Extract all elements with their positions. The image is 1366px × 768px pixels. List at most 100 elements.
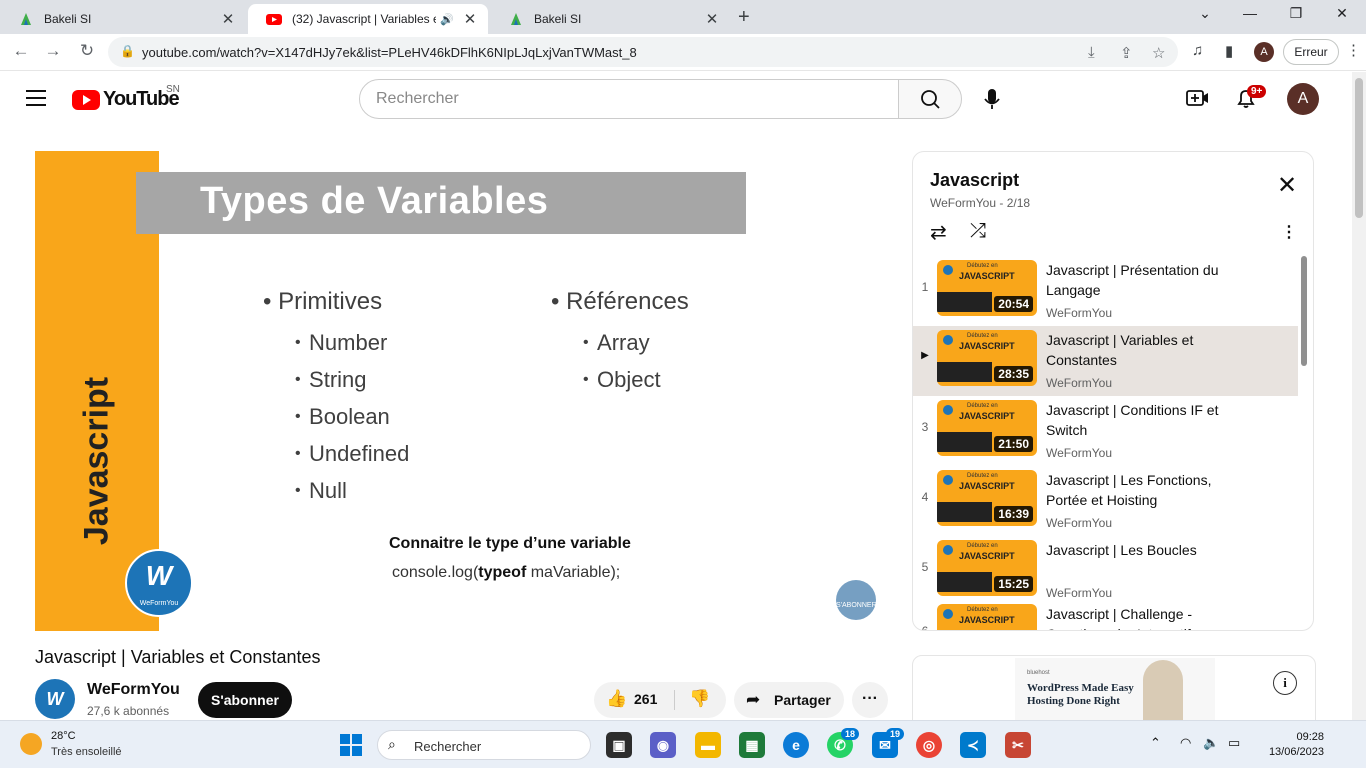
taskbar-search[interactable]: ⌕ Rechercher <box>377 730 591 760</box>
microsoft-store-icon[interactable]: ▦ <box>739 732 765 758</box>
share-button[interactable]: ➦ Partager <box>734 682 844 718</box>
chrome-menu-icon[interactable]: ⋮ <box>1346 41 1361 59</box>
close-tab-icon[interactable]: ✕ <box>704 10 720 28</box>
scrollbar-thumb[interactable] <box>1355 78 1363 218</box>
voice-search-button[interactable] <box>974 80 1012 118</box>
sponsored-ad[interactable]: bluehost WordPress Made Easy Hosting Don… <box>912 655 1316 725</box>
logo-caption: WeFormYou <box>139 600 179 607</box>
mic-icon <box>984 89 1000 109</box>
youtube-logo[interactable]: YouTube SN <box>72 84 180 111</box>
forward-icon[interactable]: → <box>42 41 64 61</box>
vscode-icon[interactable]: ≺ <box>960 732 986 758</box>
close-window-icon[interactable]: ✕ <box>1332 5 1352 22</box>
playlist-item-current[interactable]: ▶ Débutez en JAVASCRIPT 28:35 Javascript |… <box>913 326 1298 396</box>
windows-start-icon[interactable] <box>340 734 362 756</box>
reload-icon[interactable]: ↻ <box>76 41 98 61</box>
channel-avatar[interactable]: W <box>35 679 75 719</box>
chrome-icon[interactable]: ◎ <box>916 732 942 758</box>
close-playlist-icon[interactable]: ✕ <box>1277 174 1297 198</box>
tab-bakeli-2[interactable]: Bakeli SI ✕ <box>490 4 730 34</box>
dislike-thumb-icon[interactable]: 👎 <box>689 689 710 709</box>
playlist-item[interactable]: 3 Débutez en JAVASCRIPT 21:50 Javascript |… <box>913 396 1298 466</box>
tab-search-chevron-icon[interactable]: ⌄ <box>1195 5 1215 22</box>
item-title: Javascript | Conditions IF et Switch <box>1046 402 1219 438</box>
menu-icon[interactable] <box>26 90 46 106</box>
new-tab-icon[interactable]: + <box>738 6 750 29</box>
volume-icon[interactable]: 🔈 <box>1203 735 1219 751</box>
item-channel: WeFormYou <box>1046 586 1113 600</box>
restore-icon[interactable]: ❐ <box>1286 5 1306 22</box>
close-tab-icon[interactable]: ✕ <box>220 10 236 28</box>
share-page-icon[interactable]: ⇪ <box>1120 44 1133 62</box>
weather-sun-icon[interactable] <box>20 733 42 755</box>
lock-icon[interactable]: 🔒 <box>120 44 135 58</box>
tab-bakeli-1[interactable]: Bakeli SI ✕ <box>0 4 246 34</box>
thumbnail: Débutez en JAVASCRIPT 20:54 <box>937 260 1037 316</box>
show-hidden-icons-chevron[interactable]: ⌃ <box>1150 735 1161 751</box>
teams-chat-icon[interactable]: ◉ <box>650 732 676 758</box>
error-button[interactable]: Erreur <box>1283 39 1339 65</box>
like-count[interactable]: 261 <box>634 691 657 707</box>
tab-youtube[interactable]: (32) Javascript | Variables et C 🔊 ✕ <box>248 4 488 34</box>
media-control-icon[interactable]: ♫ <box>1192 42 1203 59</box>
system-clock[interactable]: 09:28 13/06/2023 <box>1262 730 1324 760</box>
ad-info-icon[interactable]: i <box>1273 671 1297 695</box>
bookmark-star-icon[interactable]: ☆ <box>1152 44 1165 62</box>
weather-description[interactable]: Très ensoleillé <box>51 746 122 758</box>
weformyou-logo: W WeFormYou <box>125 549 193 617</box>
item-index: 5 <box>921 560 929 574</box>
create-video-icon[interactable] <box>1185 86 1209 116</box>
item-channel: WeFormYou <box>1046 446 1113 460</box>
battery-icon[interactable]: ▭ <box>1228 735 1240 751</box>
clock-time: 09:28 <box>1296 731 1324 743</box>
subscribe-button[interactable]: S'abonner <box>198 682 292 718</box>
playlist-item[interactable]: 1 Débutez en JAVASCRIPT 20:54 Javascript |… <box>913 256 1298 326</box>
slide-side-label: Javascript <box>77 376 116 546</box>
subscribe-watermark[interactable]: S'ABONNER <box>836 580 877 620</box>
playlist-item[interactable]: 6 Débutez en JAVASCRIPT Javascript | Chal… <box>913 600 1298 630</box>
side-panel-icon[interactable]: ▮ <box>1225 42 1233 60</box>
account-avatar[interactable]: A <box>1287 83 1319 115</box>
ad-headline: WordPress Made Easy Hosting Done Right <box>1027 682 1134 707</box>
share-arrow-icon: ➦ <box>746 690 761 709</box>
search-input[interactable]: Rechercher <box>359 79 899 119</box>
speaker-icon[interactable]: 🔊 <box>440 13 454 26</box>
thumbnail: Débutez en JAVASCRIPT 15:25 <box>937 540 1037 596</box>
playlist-menu-icon[interactable]: ⋮ <box>1281 222 1297 242</box>
shuffle-icon[interactable]: ⤮ <box>970 220 986 243</box>
ad-banner[interactable]: bluehost WordPress Made Easy Hosting Don… <box>1015 658 1215 720</box>
item-index: 4 <box>921 490 929 504</box>
page-scrollbar[interactable] <box>1352 72 1366 720</box>
install-app-icon[interactable]: ⤓ <box>1088 44 1095 61</box>
address-bar[interactable]: 🔒 youtube.com/watch?v=X147dHJy7ek&list=P… <box>108 37 1178 67</box>
snipping-tool-icon[interactable]: ✂ <box>1005 732 1031 758</box>
browser-tab-strip: Bakeli SI ✕ (32) Javascript | Variables … <box>0 0 1366 34</box>
country-code: SN <box>166 84 180 95</box>
temperature[interactable]: 28°C <box>51 730 76 742</box>
playlist-item[interactable]: 5 Débutez en JAVASCRIPT 15:25 Javascript |… <box>913 536 1298 606</box>
like-dislike-bar: 👍 261 👎 <box>594 682 726 718</box>
playlist-item[interactable]: 4 Débutez en JAVASCRIPT 16:39 Javascript |… <box>913 466 1298 536</box>
minimize-icon[interactable]: — <box>1240 5 1260 21</box>
like-thumb-icon[interactable]: 👍 <box>606 689 627 709</box>
task-view-icon[interactable]: ▣ <box>606 732 632 758</box>
chrome-profile-avatar[interactable]: A <box>1254 42 1274 62</box>
more-actions-icon[interactable]: ··· <box>852 682 888 718</box>
back-icon[interactable]: ← <box>10 41 32 61</box>
playlist-subtitle[interactable]: WeFormYou - 2/18 <box>930 196 1030 210</box>
wifi-icon[interactable]: ◠ <box>1180 735 1191 751</box>
search-icon <box>921 90 940 109</box>
file-explorer-icon[interactable]: ▬ <box>695 732 721 758</box>
edge-browser-icon[interactable]: e <box>783 732 809 758</box>
item-title: Javascript | Les Boucles <box>1046 542 1197 558</box>
video-player[interactable]: Javascript W WeFormYou Types de Variable… <box>35 151 888 631</box>
playlist-panel: Javascript WeFormYou - 2/18 ✕ ⇄ ⤮ ⋮ 1 Dé… <box>912 151 1314 631</box>
playlist-scrollbar[interactable] <box>1301 256 1307 366</box>
playlist-title[interactable]: Javascript <box>930 170 1019 191</box>
search-button[interactable] <box>898 79 962 119</box>
taskbar-search-label: Rechercher <box>414 739 482 754</box>
close-tab-icon[interactable]: ✕ <box>462 10 478 28</box>
loop-icon[interactable]: ⇄ <box>930 220 947 245</box>
channel-name[interactable]: WeFormYou <box>87 681 180 699</box>
item-title: Javascript | Les Fonctions, Portée et Ho… <box>1046 472 1212 508</box>
